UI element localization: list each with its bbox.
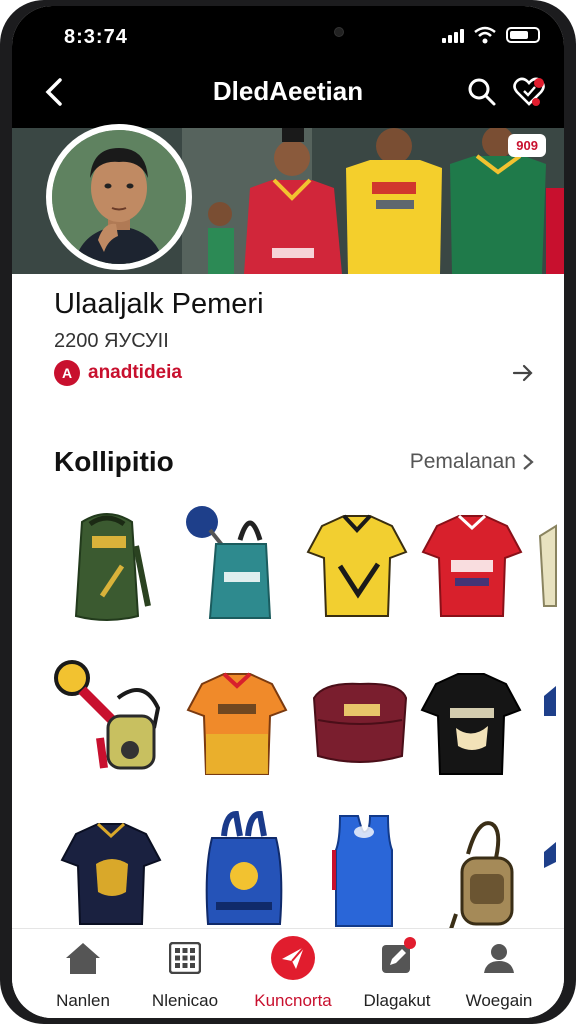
- section-see-all-link[interactable]: Pemalanan: [410, 450, 534, 474]
- product-maroon-waist-bag[interactable]: [304, 668, 414, 788]
- user-icon: [484, 944, 514, 973]
- brand-row[interactable]: A anadtideia: [54, 360, 182, 386]
- section-title: Kollipitio: [54, 446, 174, 477]
- notification-dot: [534, 78, 544, 88]
- tab-menu[interactable]: Nlenicao: [130, 935, 240, 1015]
- tab-dlagakut[interactable]: Dlagakut: [342, 935, 452, 1015]
- screen: 8:3:74 DledAeetian 909 Ulaaljalk Pemeri …: [12, 6, 564, 1018]
- battery-icon: [506, 27, 540, 43]
- profile-stat: 2200 ЯУСУІІ: [54, 330, 169, 352]
- signal-icon: [442, 27, 464, 43]
- tab-home[interactable]: Nanlen: [28, 935, 138, 1015]
- tab-kuncnorta-label: Kuncnorta: [254, 991, 332, 1010]
- profile-name: Ulaaljalk Pemeri: [54, 288, 264, 320]
- product-green-backpack[interactable]: [52, 506, 162, 626]
- product-grid: [12, 496, 564, 936]
- product-partial-item[interactable]: [538, 516, 558, 636]
- favorite-button[interactable]: [512, 76, 546, 108]
- search-icon[interactable]: [466, 76, 498, 108]
- status-icons: [442, 26, 540, 44]
- bottom-tab-bar: Nanlen Nlenicao Kuncnorta Dlagakut Woega…: [12, 928, 564, 1018]
- tab-menu-label: Nlenicao: [151, 991, 219, 1010]
- tab-dlagakut-label: Dlagakut: [363, 991, 431, 1010]
- arrow-right-icon[interactable]: [512, 362, 534, 384]
- status-time: 8:3:74: [64, 26, 128, 48]
- avatar[interactable]: [46, 124, 192, 270]
- avatar-photo: [52, 130, 186, 264]
- tab-home-label: Nanlen: [56, 991, 110, 1010]
- product-navy-jersey[interactable]: [56, 814, 166, 934]
- notification-dot-small: [532, 98, 540, 106]
- brand-logo-icon: A: [54, 360, 80, 386]
- tab-profile-label: Woegain: [465, 991, 533, 1010]
- home-icon: [66, 943, 100, 974]
- product-red-jersey[interactable]: [417, 506, 527, 626]
- tab-kuncnorta[interactable]: Kuncnorta: [238, 935, 348, 1015]
- brand-link[interactable]: anadtideia: [88, 362, 182, 384]
- product-orange-jersey[interactable]: [182, 664, 292, 784]
- product-lanyard-keychain[interactable]: [54, 658, 164, 778]
- grid-icon: [169, 942, 201, 974]
- phone-frame: 8:3:74 DledAeetian 909 Ulaaljalk Pemeri …: [0, 0, 576, 1024]
- product-blue-tank-top[interactable]: [308, 810, 418, 930]
- notch: [238, 20, 358, 44]
- section-link-label[interactable]: Pemalanan: [410, 450, 516, 474]
- product-teal-bag-with-tag[interactable]: [180, 500, 290, 620]
- plane-icon: [282, 946, 305, 969]
- product-blue-backpack[interactable]: [188, 810, 298, 930]
- product-partial-item-2[interactable]: [542, 676, 558, 796]
- tab-notification-dot: [404, 937, 416, 949]
- banner-badge: 909: [508, 134, 546, 157]
- chevron-right-icon: [523, 454, 534, 470]
- wifi-icon: [474, 26, 496, 44]
- tab-profile[interactable]: Woegain: [444, 935, 554, 1015]
- product-black-tshirt[interactable]: [416, 664, 526, 784]
- top-bar: 8:3:74 DledAeetian: [12, 6, 564, 128]
- product-khaki-sling-bag[interactable]: [432, 814, 542, 934]
- product-yellow-jersey[interactable]: [302, 506, 412, 626]
